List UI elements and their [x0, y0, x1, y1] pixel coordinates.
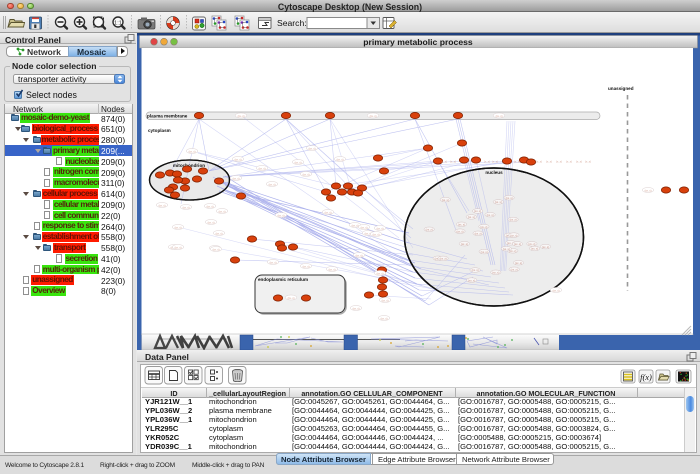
svg-text:(xx..x): (xx..x) — [542, 245, 549, 249]
svg-text:(xx..x): (xx..x) — [352, 224, 359, 227]
svg-text:(xx..x): (xx..x) — [461, 242, 468, 246]
svg-text:(xx..x): (xx..x) — [506, 196, 513, 200]
svg-text:(xx..x): (xx..x) — [269, 183, 276, 186]
svg-text:(xx..x): (xx..x) — [238, 115, 245, 118]
svg-text:Search:: Search: — [277, 18, 307, 28]
svg-text:(xx..x): (xx..x) — [159, 204, 166, 207]
svg-text:(xx..x): (xx..x) — [381, 317, 388, 320]
svg-text:(xx..x): (xx..x) — [456, 229, 463, 233]
svg-text:(xx..x): (xx..x) — [329, 268, 336, 271]
svg-text:(xx..x): (xx..x) — [468, 215, 475, 219]
svg-text:(xx..x): (xx..x) — [440, 257, 447, 261]
svg-text:(xx..x): (xx..x) — [175, 246, 182, 249]
svg-text:(xx..x): (xx..x) — [303, 265, 310, 268]
svg-text:(x..x): (x..x) — [576, 160, 582, 164]
svg-text:(xx..x): (xx..x) — [373, 233, 380, 236]
svg-text:(x..x): (x..x) — [536, 160, 542, 164]
svg-text:(xx..x): (xx..x) — [472, 268, 479, 272]
svg-text:(xx..x): (xx..x) — [207, 205, 214, 208]
svg-text:(x..x): (x..x) — [441, 160, 447, 164]
svg-text:(xx..x): (xx..x) — [295, 161, 302, 164]
svg-text:(xx..x): (xx..x) — [233, 177, 240, 180]
svg-text:(xx..x): (xx..x) — [370, 115, 377, 118]
svg-text:(xx..x): (xx..x) — [480, 225, 487, 229]
svg-text:cytoplasm: cytoplasm — [148, 128, 171, 133]
svg-text:primary metabolic process: primary metabolic process — [363, 37, 473, 47]
svg-text:(xx..x): (xx..x) — [503, 247, 510, 251]
svg-text:(x..x): (x..x) — [492, 160, 498, 164]
svg-text:(xx..x): (xx..x) — [382, 299, 389, 302]
svg-text:(x..x): (x..x) — [484, 160, 490, 164]
svg-text:(xx..x): (xx..x) — [510, 233, 517, 237]
svg-text:(xx..x): (xx..x) — [510, 218, 517, 222]
svg-text:(x..x): (x..x) — [556, 160, 562, 164]
svg-text:(xx..x): (xx..x) — [288, 297, 295, 300]
svg-text:f(x): f(x) — [640, 372, 652, 382]
svg-text:(xx..x): (xx..x) — [213, 248, 220, 251]
svg-text:(xx..x): (xx..x) — [553, 289, 560, 292]
svg-text:(x..x): (x..x) — [514, 160, 520, 164]
svg-text:(xx..x): (xx..x) — [487, 213, 494, 217]
svg-text:(x..x): (x..x) — [546, 160, 552, 164]
svg-text:(xx..x): (xx..x) — [337, 158, 344, 161]
svg-text:(xx..x): (xx..x) — [474, 209, 481, 213]
svg-text:(xx..x): (xx..x) — [511, 268, 518, 272]
svg-text:(xx..x): (xx..x) — [426, 228, 433, 232]
svg-text:(xx..x): (xx..x) — [442, 198, 449, 202]
svg-text:(xx..x): (xx..x) — [235, 158, 242, 161]
svg-text:(xx..x): (xx..x) — [495, 200, 502, 204]
svg-text:(xx..x): (xx..x) — [183, 206, 190, 209]
svg-text:(xx..x): (xx..x) — [468, 278, 475, 282]
svg-text:(x..x): (x..x) — [585, 160, 591, 164]
svg-text:(xx..x): (xx..x) — [377, 227, 384, 230]
svg-text:(x..x): (x..x) — [450, 160, 456, 164]
svg-text:plasma membrane: plasma membrane — [147, 114, 188, 119]
svg-text:(xx..x): (xx..x) — [356, 254, 363, 257]
svg-text:(xx..x): (xx..x) — [492, 271, 499, 275]
svg-text:(xx..x): (xx..x) — [361, 226, 368, 229]
svg-text:1:1: 1:1 — [114, 20, 122, 26]
svg-text:unassigned: unassigned — [608, 86, 634, 91]
svg-text:(xx..x): (xx..x) — [309, 147, 316, 150]
svg-text:(xx..x): (xx..x) — [377, 272, 384, 275]
svg-text:(xx..x): (xx..x) — [219, 210, 226, 213]
svg-text:(xx..x): (xx..x) — [270, 261, 277, 264]
svg-text:(xx..x): (xx..x) — [645, 189, 652, 192]
svg-text:(xx..x): (xx..x) — [208, 221, 215, 224]
svg-text:(xx..x): (xx..x) — [475, 232, 482, 236]
svg-text:(xx..x): (xx..x) — [458, 223, 465, 227]
svg-text:(xx..x): (xx..x) — [216, 232, 223, 235]
svg-text:(xx..x): (xx..x) — [175, 226, 182, 229]
svg-text:(xx..x): (xx..x) — [325, 211, 332, 214]
svg-text:(xx..x): (xx..x) — [528, 242, 535, 246]
svg-text:(xx..x): (xx..x) — [531, 247, 538, 251]
svg-text:(xx..x): (xx..x) — [496, 115, 503, 118]
svg-text:(xx..x): (xx..x) — [481, 250, 488, 254]
svg-text:(x..x): (x..x) — [566, 160, 572, 164]
svg-text:(xx..x): (xx..x) — [514, 242, 521, 246]
svg-text:(xx..x): (xx..x) — [353, 307, 360, 310]
svg-text:(xx..x): (xx..x) — [303, 173, 310, 176]
svg-text:endoplasmic reticulum: endoplasmic reticulum — [258, 277, 308, 282]
svg-text:(xx..x): (xx..x) — [278, 214, 285, 217]
svg-text:(xx..x): (xx..x) — [189, 150, 196, 153]
svg-text:(xx..x): (xx..x) — [259, 167, 266, 170]
svg-text:nucleus: nucleus — [485, 170, 503, 175]
svg-text:(xx..x): (xx..x) — [515, 261, 522, 265]
